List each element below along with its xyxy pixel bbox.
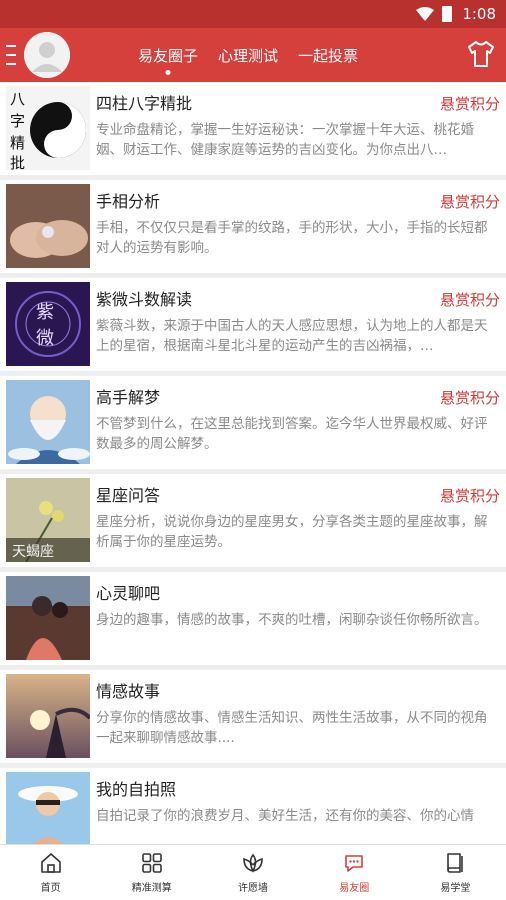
svg-text:紫: 紫: [36, 302, 54, 323]
app-bar: 易友圈子 心理测试 一起投票: [0, 28, 506, 82]
reward-badge: 悬赏积分: [439, 193, 500, 211]
thumb-bazi: 八 字 精 批: [6, 86, 90, 170]
reward-badge: 悬赏积分: [439, 95, 500, 113]
svg-text:精: 精: [10, 134, 25, 152]
battery-icon: [442, 6, 453, 22]
svg-text:字: 字: [10, 112, 25, 130]
thumb-selfie: [6, 772, 90, 844]
thumb-constellation: 天蝎座: [6, 478, 90, 562]
nav-precise-calc[interactable]: 精准测算: [101, 845, 202, 900]
grid-icon: [141, 853, 162, 873]
tab-psych-test[interactable]: 心理测试: [218, 45, 278, 66]
item-desc: 紫薇斗数，来源于中国古人的天人感应思想，认为地上的人都是天上的星宿，根据南斗星北…: [96, 318, 488, 354]
item-title: 手相分析: [96, 192, 161, 211]
svg-text:微: 微: [36, 328, 54, 349]
item-desc: 身边的趣事，情感的故事，不爽的吐槽，闲聊杂谈任你畅所欲言。: [96, 612, 488, 628]
item-desc: 分享你的情感故事、情感生活知识、两性生活故事，从不同的视角一起来聊聊情感故事..…: [96, 710, 488, 746]
thumb-palm: [6, 184, 90, 268]
item-title: 心灵聊吧: [96, 584, 161, 603]
header-tabs: 易友圈子 心理测试 一起投票: [138, 28, 358, 82]
list-item[interactable]: 情感故事 分享你的情感故事、情感生活知识、两性生活故事，从不同的视角一起来聊聊情…: [0, 670, 506, 768]
item-title: 星座问答: [96, 486, 161, 505]
item-title: 我的自拍照: [96, 780, 177, 799]
list-item[interactable]: 天蝎座 星座问答 悬赏积分 星座分析，说说你身边的星座男女，分享各类主题的星座故…: [0, 474, 506, 572]
item-title: 紫微斗数解读: [96, 290, 193, 309]
list-item[interactable]: 手相分析 悬赏积分 手相，不仅仅只是看手掌的纹路，手的形状，大小，手指的长短都对…: [0, 180, 506, 278]
chat-icon: [345, 855, 364, 872]
list-item[interactable]: 紫 微 紫微斗数解读 悬赏积分 紫薇斗数，来源于中国古人的天人感应思想，认为地上…: [0, 278, 506, 376]
svg-text:批: 批: [10, 154, 25, 170]
reward-badge: 悬赏积分: [439, 487, 500, 505]
thumb-emotion: [6, 674, 90, 758]
nav-home[interactable]: 首页: [0, 845, 101, 900]
avatar[interactable]: [24, 32, 70, 78]
lotus-icon: [243, 853, 263, 873]
item-desc: 手相，不仅仅只是看手掌的纹路，手的形状，大小，手指的长短都对人的运势有影响。: [96, 220, 488, 256]
wifi-icon: [416, 7, 435, 21]
status-bar: 1:08: [0, 0, 506, 28]
thumb-dream: [6, 380, 90, 464]
list-item[interactable]: 我的自拍照 自拍记录了你的浪费岁月、美好生活，还有你的美容、你的心情: [0, 768, 506, 844]
tab-friends-circle[interactable]: 易友圈子: [138, 45, 198, 66]
item-title: 高手解梦: [96, 388, 161, 407]
nav-wish-wall[interactable]: 许愿墙: [202, 845, 303, 900]
item-title: 情感故事: [96, 682, 161, 701]
thumb-ziwei: 紫 微: [6, 282, 90, 366]
shirt-icon[interactable]: [466, 40, 496, 68]
reward-badge: 悬赏积分: [439, 291, 500, 309]
list-item[interactable]: 心灵聊吧 身边的趣事，情感的故事，不爽的吐槽，闲聊杂谈任你畅所欲言。: [0, 572, 506, 670]
tab-vote[interactable]: 一起投票: [298, 45, 358, 66]
bottom-nav: 首页 精准测算 许愿墙 易友圈 易学堂: [0, 844, 506, 900]
list-item[interactable]: 八 字 精 批 四柱八字精批 悬赏积分 专业命盘精论，掌握一生好运秘诀：一次掌握…: [0, 82, 506, 180]
topic-list: 八 字 精 批 四柱八字精批 悬赏积分 专业命盘精论，掌握一生好运秘诀：一次掌握…: [0, 82, 506, 844]
item-desc: 自拍记录了你的浪费岁月、美好生活，还有你的美容、你的心情: [96, 808, 474, 824]
nav-study-hall[interactable]: 易学堂: [405, 845, 506, 900]
book-icon: [447, 853, 464, 873]
home-icon: [40, 853, 61, 873]
svg-text:天蝎座: 天蝎座: [12, 544, 54, 560]
nav-friends-circle[interactable]: 易友圈: [304, 845, 405, 900]
menu-icon[interactable]: [6, 45, 20, 65]
reward-badge: 悬赏积分: [439, 389, 500, 407]
item-title: 四柱八字精批: [96, 94, 193, 113]
item-desc: 专业命盘精论，掌握一生好运秘诀：一次掌握十年大运、桃花婚姻、财运工作、健康家庭等…: [96, 122, 474, 158]
svg-text:八: 八: [10, 90, 25, 108]
item-desc: 不管梦到什么，在这里总能找到答案。迄今华人世界最权威、好评数最多的周公解梦。: [96, 416, 488, 452]
thumb-chat: [6, 576, 90, 660]
item-desc: 星座分析，说说你身边的星座男女，分享各类主题的星座故事，解析属于你的星座运势。: [96, 514, 488, 550]
list-item[interactable]: 高手解梦 悬赏积分 不管梦到什么，在这里总能找到答案。迄今华人世界最权威、好评数…: [0, 376, 506, 474]
status-time: 1:08: [462, 5, 496, 23]
